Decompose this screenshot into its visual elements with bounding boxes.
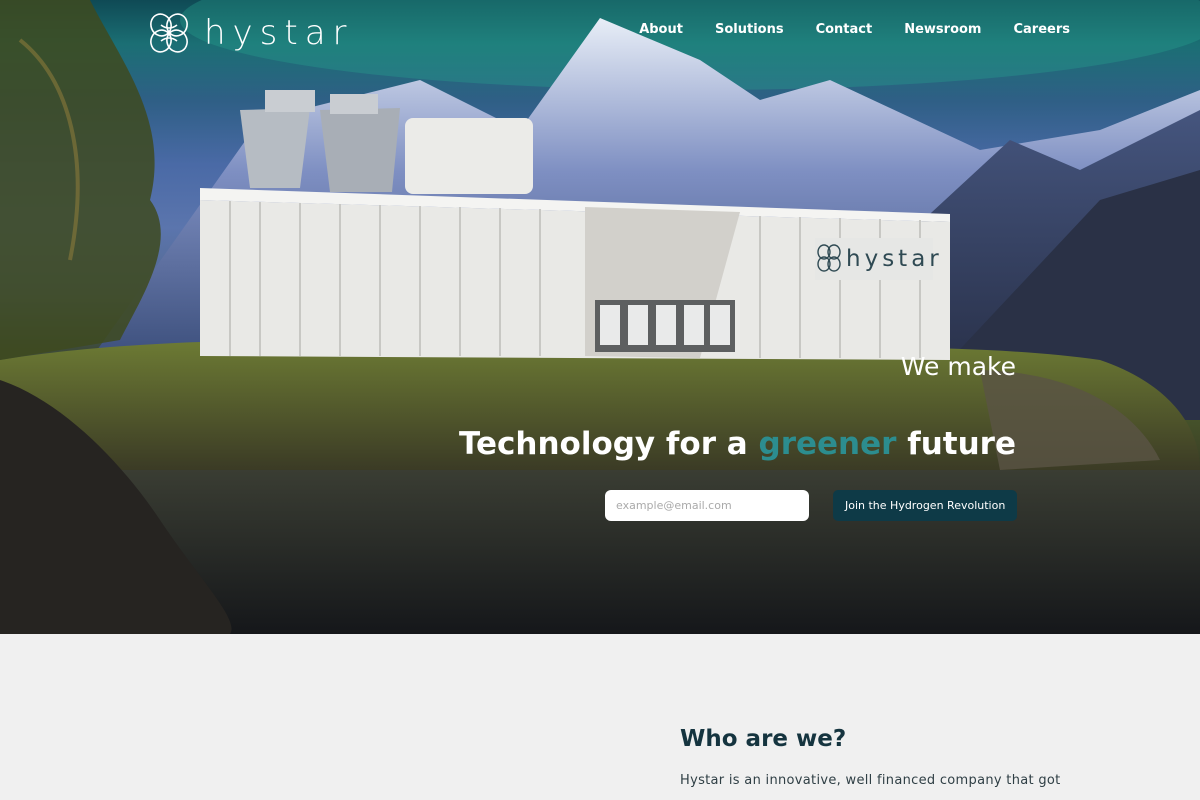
- hero-background-image: [0, 0, 1200, 634]
- nav-link-careers[interactable]: Careers: [1013, 22, 1070, 37]
- hero-section: hystar hystar About Solutions Contact Ne…: [0, 0, 1200, 634]
- brand-logo[interactable]: hystar: [148, 12, 354, 54]
- join-revolution-button[interactable]: Join the Hydrogen Revolution: [833, 490, 1018, 521]
- container-logo-icon: [817, 244, 841, 272]
- nav-link-newsroom[interactable]: Newsroom: [904, 22, 981, 37]
- about-body: Hystar is an innovative, well financed c…: [680, 773, 1061, 788]
- hystar-flower-icon: [150, 13, 188, 53]
- email-input[interactable]: [605, 490, 809, 521]
- hero-kicker: We make: [900, 352, 1016, 381]
- nav-link-about[interactable]: About: [639, 22, 683, 37]
- headline-part-1: Technology for a: [458, 426, 759, 462]
- newsletter-signup: Join the Hydrogen Revolution: [605, 490, 1018, 521]
- headline-accent-word: greener: [758, 426, 897, 462]
- headline-part-2: future: [896, 426, 1016, 462]
- about-title: Who are we?: [680, 726, 847, 752]
- container-logo-text: hystar: [846, 246, 943, 272]
- top-navigation-bar: hystar About Solutions Contact Newsroom …: [0, 0, 1200, 64]
- hero-headline: Technology for a greener future: [459, 426, 1016, 462]
- brand-wordmark: hystar: [204, 13, 354, 53]
- nav-link-solutions[interactable]: Solutions: [715, 22, 784, 37]
- nav-link-contact[interactable]: Contact: [816, 22, 873, 37]
- about-section: Who are we? Hystar is an innovative, wel…: [0, 634, 1200, 800]
- main-nav: About Solutions Contact Newsroom Careers: [639, 22, 1070, 37]
